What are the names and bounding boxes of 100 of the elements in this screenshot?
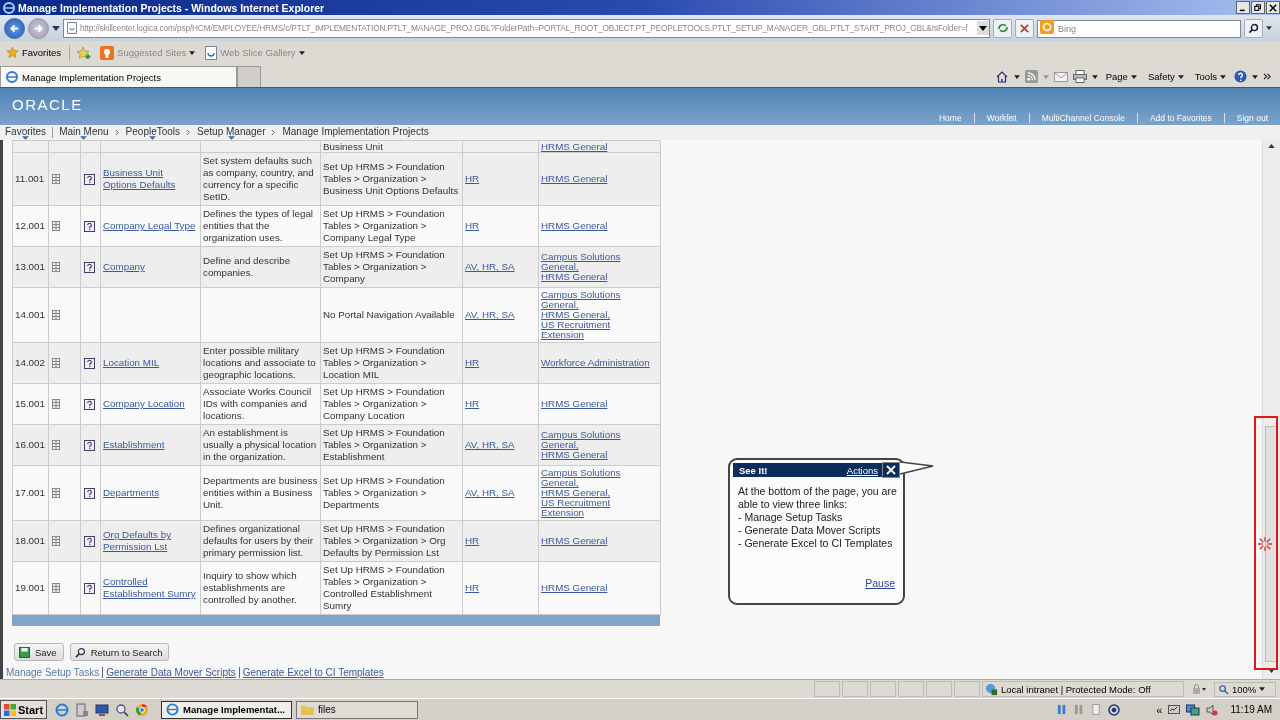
command-menu[interactable]: Tools bbox=[1191, 71, 1229, 82]
task-link[interactable]: Establishment bbox=[103, 439, 165, 451]
command-menu[interactable]: Safety bbox=[1144, 71, 1187, 82]
help-icon[interactable] bbox=[84, 398, 95, 410]
home-icon[interactable] bbox=[994, 69, 1009, 84]
feature-link[interactable]: Campus Solutions General, bbox=[541, 430, 650, 450]
refresh-button[interactable] bbox=[993, 18, 1012, 38]
feature-link[interactable]: Campus Solutions General, bbox=[541, 468, 650, 488]
browser-icon[interactable] bbox=[55, 702, 70, 717]
product-link[interactable]: HR bbox=[465, 582, 480, 594]
grid-icon[interactable] bbox=[52, 440, 60, 450]
mail-icon[interactable] bbox=[1053, 71, 1068, 82]
show-hidden-icons-button[interactable]: « bbox=[1156, 703, 1163, 716]
history-dropdown-icon[interactable] bbox=[52, 25, 60, 31]
zoom-level-button[interactable]: 100% bbox=[1214, 681, 1276, 697]
dropdown-caret-icon[interactable] bbox=[977, 21, 989, 35]
scroll-down-icon[interactable] bbox=[1268, 669, 1275, 673]
grid-icon[interactable] bbox=[52, 488, 60, 498]
dropdown-caret-icon[interactable] bbox=[1091, 74, 1098, 79]
save-button[interactable]: Save bbox=[14, 643, 64, 661]
help-icon[interactable] bbox=[84, 535, 95, 547]
record-icon[interactable] bbox=[1108, 703, 1121, 716]
help-icon[interactable] bbox=[84, 173, 95, 185]
breadcrumb-link[interactable]: Manage Implementation Projects bbox=[282, 125, 429, 140]
product-link[interactable]: HR bbox=[465, 398, 480, 410]
feature-link[interactable]: Campus Solutions General, bbox=[541, 252, 650, 272]
scroll-up-icon[interactable] bbox=[1268, 144, 1275, 148]
return-to-search-button[interactable]: Return to Search bbox=[69, 643, 170, 661]
back-button[interactable] bbox=[4, 17, 25, 39]
command-menu[interactable]: Page bbox=[1102, 71, 1140, 82]
feature-link[interactable]: HRMS General bbox=[541, 450, 650, 460]
help-icon[interactable] bbox=[84, 439, 95, 451]
address-field[interactable]: http://skillcenter.logica.com/psp/HCM/EMPLOYEE/HRMS/c/PTLT_IMPLEMENTATION.PTLT_MANAGE_PROJ.GBL?FolderPath=PORTAL_ROOT_OBJECT.PT_PEOPLETOOLS.PTLT_SETUP_MANAGER_GBL.PTLT_START_PROJ_GBL&IsFolder=f bbox=[63, 18, 990, 38]
feature-link[interactable]: US Recruitment Extension bbox=[541, 498, 650, 518]
breadcrumb-link[interactable]: PeopleTools bbox=[125, 125, 181, 140]
search-options-icon[interactable] bbox=[1266, 26, 1272, 30]
product-link[interactable]: HR bbox=[465, 173, 480, 185]
pause-link[interactable]: Pause bbox=[865, 577, 895, 589]
search-field[interactable]: Bing bbox=[1037, 20, 1241, 38]
feature-link[interactable]: US Recruitment Extension bbox=[541, 320, 650, 340]
product-link[interactable]: AV, HR, SA bbox=[465, 261, 515, 273]
browser-tab[interactable]: Manage Implementation Projects bbox=[0, 66, 237, 87]
grid-icon[interactable] bbox=[52, 583, 60, 593]
product-link[interactable]: HR bbox=[465, 535, 480, 547]
more-chevron-icon[interactable] bbox=[1263, 73, 1272, 80]
dropdown-caret-icon[interactable] bbox=[1013, 74, 1020, 79]
desktop-icon[interactable] bbox=[95, 702, 110, 717]
help-icon[interactable] bbox=[84, 582, 95, 594]
product-link[interactable]: AV, HR, SA bbox=[465, 439, 515, 451]
grid-icon[interactable] bbox=[52, 310, 60, 320]
breadcrumb-link[interactable]: Setup Manager bbox=[197, 125, 266, 140]
product-link[interactable]: AV, HR, SA bbox=[465, 309, 515, 321]
help-icon[interactable] bbox=[84, 220, 95, 232]
product-link[interactable]: HR bbox=[465, 220, 480, 232]
lock-icon[interactable] bbox=[1192, 684, 1206, 694]
help-icon[interactable] bbox=[84, 357, 95, 369]
close-button[interactable] bbox=[882, 462, 900, 478]
feature-link[interactable]: HRMS General bbox=[541, 272, 650, 282]
dropdown-caret-icon[interactable] bbox=[1252, 74, 1258, 79]
feature-link[interactable]: HRMS General bbox=[541, 174, 650, 184]
grid-icon[interactable] bbox=[52, 174, 60, 184]
volume-muted-icon[interactable] bbox=[1206, 703, 1219, 716]
printer-icon[interactable] bbox=[1072, 70, 1087, 83]
help-icon[interactable] bbox=[1234, 70, 1247, 83]
taskbar-button[interactable]: files bbox=[296, 700, 419, 719]
add-favorite-icon[interactable] bbox=[76, 45, 93, 60]
search-button[interactable] bbox=[1244, 18, 1263, 38]
monitor-icon[interactable] bbox=[1168, 703, 1181, 716]
restore-button[interactable] bbox=[1251, 1, 1265, 14]
task-link[interactable]: Company bbox=[103, 261, 145, 273]
current-page-link[interactable]: Manage Setup Tasks bbox=[6, 667, 103, 678]
page-link[interactable]: Generate Data Mover Scripts bbox=[102, 667, 239, 678]
grid-icon[interactable] bbox=[52, 399, 60, 409]
product-link[interactable]: AV, HR, SA bbox=[465, 487, 515, 499]
breadcrumb-link[interactable]: Favorites bbox=[5, 125, 47, 140]
grid-icon[interactable] bbox=[52, 358, 60, 368]
minimize-button[interactable] bbox=[1236, 1, 1250, 14]
start-button[interactable]: Start bbox=[0, 700, 48, 719]
breadcrumb-link[interactable]: Main Menu bbox=[59, 125, 109, 140]
feature-link[interactable]: Campus Solutions General, bbox=[541, 290, 650, 310]
taskbar-button[interactable]: Manage Implementat... bbox=[161, 700, 293, 719]
favorites-button[interactable]: Favorites bbox=[4, 46, 64, 59]
network-icon[interactable] bbox=[1186, 703, 1201, 716]
grid-icon[interactable] bbox=[52, 262, 60, 272]
feature-link[interactable]: HRMS General, bbox=[541, 488, 650, 498]
grid-icon[interactable] bbox=[52, 221, 60, 231]
task-link[interactable]: Departments bbox=[103, 487, 160, 499]
stop-button[interactable] bbox=[1015, 18, 1034, 38]
task-link[interactable]: Location MIL bbox=[103, 357, 160, 369]
page-link[interactable]: Generate Excel to CI Templates bbox=[238, 667, 387, 678]
feature-link[interactable]: HRMS General bbox=[541, 583, 650, 593]
grid-icon[interactable] bbox=[52, 536, 60, 546]
search-icon[interactable] bbox=[115, 702, 130, 717]
feature-link[interactable]: HRMS General, bbox=[541, 310, 650, 320]
help-icon[interactable] bbox=[84, 261, 95, 273]
actions-link[interactable]: Actions bbox=[846, 464, 878, 476]
vertical-scrollbar[interactable] bbox=[1262, 140, 1280, 679]
close-button[interactable] bbox=[1266, 1, 1280, 14]
help-icon[interactable] bbox=[84, 487, 95, 499]
product-link[interactable]: HR bbox=[465, 357, 480, 369]
